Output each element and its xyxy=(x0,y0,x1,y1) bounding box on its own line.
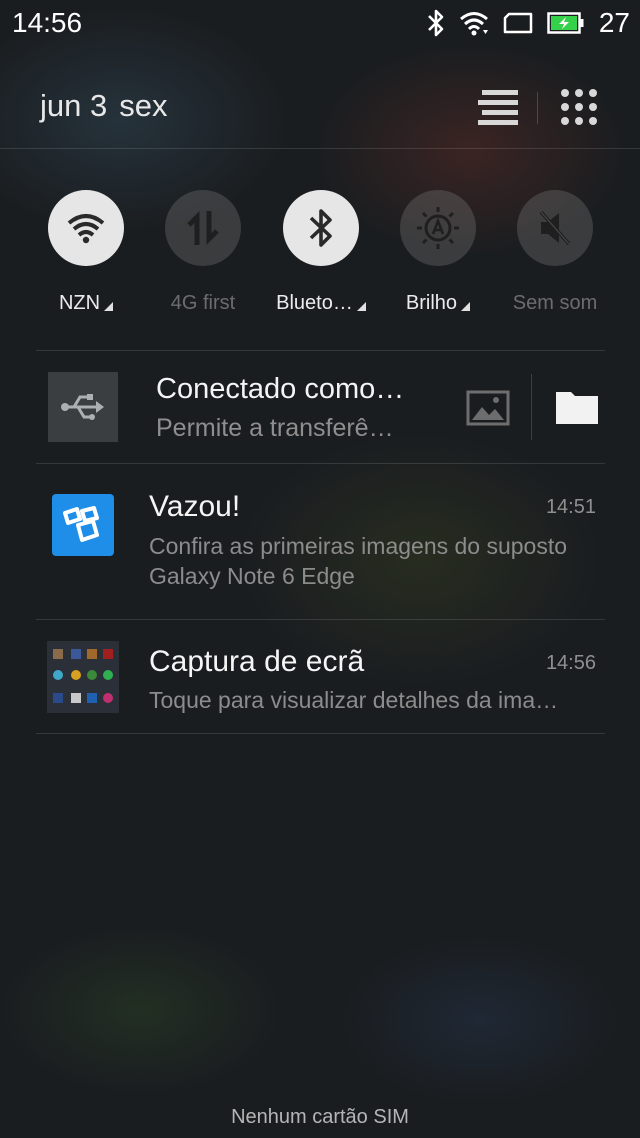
toggle-bluetooth[interactable]: Blueto… xyxy=(262,190,380,315)
usb-notification-title: Conectado como… xyxy=(156,373,405,405)
toggle-4g-first-button[interactable] xyxy=(165,190,241,266)
list-view-icon xyxy=(478,90,518,125)
header-separator xyxy=(537,92,538,124)
battery-charging-icon xyxy=(547,12,585,34)
toggle-bluetooth-button[interactable] xyxy=(283,190,359,266)
weekday: sex xyxy=(119,88,168,123)
toggle-wifi-label: NZN xyxy=(58,292,101,314)
dropdown-caret-icon[interactable] xyxy=(461,302,471,311)
list-view-button[interactable] xyxy=(476,90,520,126)
status-time: 14:56 xyxy=(12,7,83,38)
toggle-bluetooth-label: Blueto… xyxy=(276,292,353,314)
toggle-mute-label: Sem som xyxy=(512,292,598,314)
usb-icon xyxy=(61,394,104,420)
toggle-mute-button[interactable] xyxy=(517,190,593,266)
usb-icon-box xyxy=(48,372,118,442)
screenshot-thumbnail-icon xyxy=(47,641,119,713)
toggle-brightness[interactable]: Brilho xyxy=(379,190,497,315)
toggle-4g-first[interactable]: 4G first xyxy=(144,190,262,315)
notification-time: 14:56 xyxy=(545,652,596,674)
screenshot-thumbnail xyxy=(47,641,119,713)
header-divider xyxy=(0,148,640,149)
dropdown-caret-icon[interactable] xyxy=(356,302,366,311)
usb-action-separator xyxy=(531,374,532,440)
wifi-icon xyxy=(459,10,489,36)
notification-text: Toque para visualizar detalhes da ima… xyxy=(149,687,559,713)
tecmundo-logo-icon xyxy=(63,506,99,542)
battery-level: 27 xyxy=(598,7,630,38)
notification-time: 14:51 xyxy=(545,496,596,518)
file-transfer-button[interactable] xyxy=(554,388,600,426)
toggle-wifi-button[interactable] xyxy=(48,190,124,266)
date: jun 3 xyxy=(40,88,108,123)
divider xyxy=(36,619,605,620)
bluetooth-icon xyxy=(427,9,445,37)
toggle-brightness-button[interactable] xyxy=(400,190,476,266)
photo-transfer-button[interactable] xyxy=(466,390,510,426)
status-icons: 27 xyxy=(427,8,630,38)
notification-text: Confira as primeiras imagens do suposto … xyxy=(149,533,568,589)
wifi-icon xyxy=(67,214,105,244)
tecmundo-app-icon xyxy=(52,494,114,556)
apps-grid-button[interactable] xyxy=(560,88,598,126)
divider xyxy=(36,733,605,734)
divider xyxy=(36,463,605,464)
auto-brightness-icon xyxy=(417,207,459,249)
screen-rotation-icon xyxy=(503,12,533,34)
divider xyxy=(36,350,605,351)
mute-icon xyxy=(539,210,571,246)
bluetooth-icon xyxy=(309,209,332,247)
toggle-wifi[interactable]: NZN xyxy=(27,190,145,315)
usb-notification-text: Permite a transferê… xyxy=(156,414,394,442)
photo-icon xyxy=(466,390,510,426)
folder-icon xyxy=(556,392,598,424)
notification-title: Vazou! xyxy=(149,490,241,523)
toggle-4g-first-label: 4G first xyxy=(170,292,236,314)
toggle-mute[interactable]: Sem som xyxy=(496,190,614,315)
sim-status: Nenhum cartão SIM xyxy=(231,1106,409,1128)
toggle-brightness-label: Brilho xyxy=(405,292,458,314)
data-transfer-icon xyxy=(187,210,219,246)
date-display: jun 3 sex xyxy=(40,88,167,124)
apps-grid-icon xyxy=(561,89,597,125)
dropdown-caret-icon[interactable] xyxy=(104,302,114,311)
notification-title: Captura de ecrã xyxy=(149,645,365,678)
